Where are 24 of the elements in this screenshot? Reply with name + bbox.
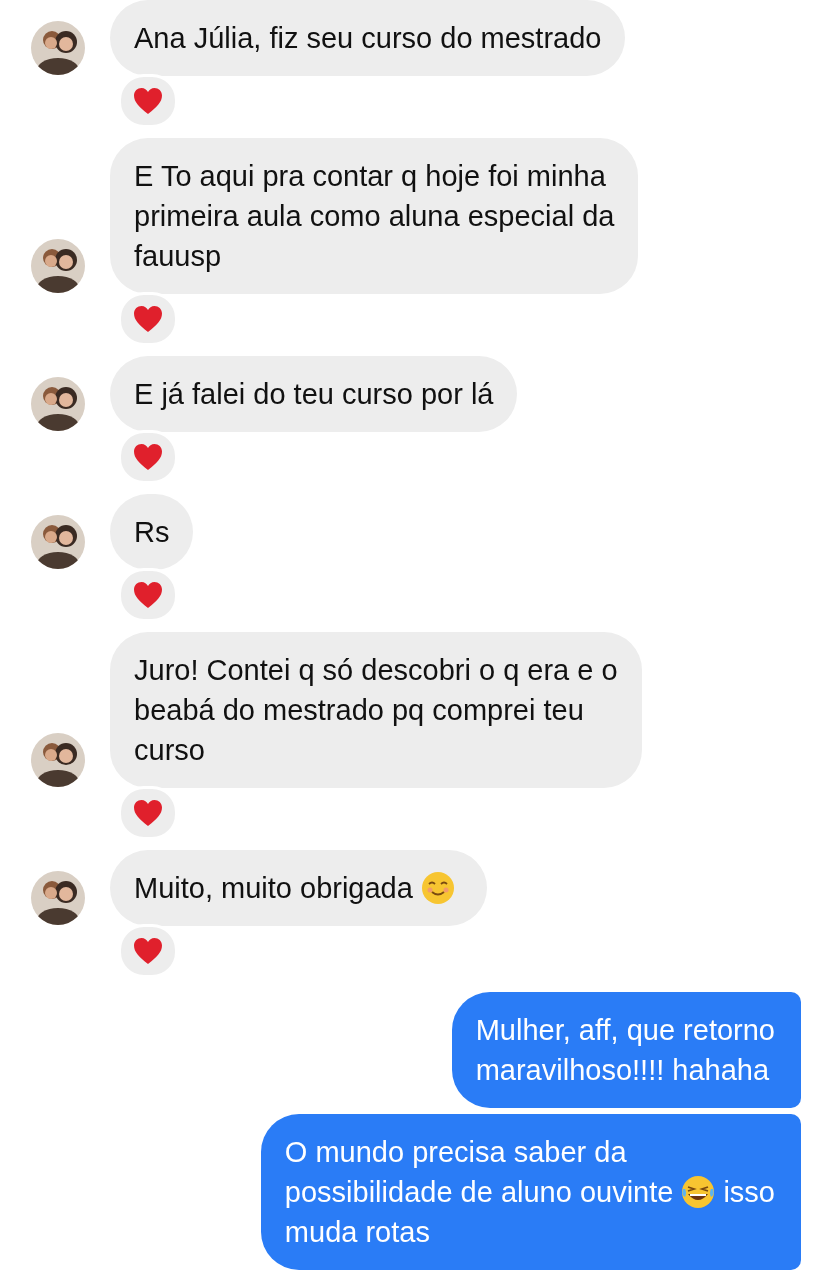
- message-text: Muito, muito obrigada: [134, 871, 413, 906]
- message-text: isso: [723, 1175, 775, 1210]
- message-text: muda rotas: [284, 1215, 430, 1250]
- message-text: maravilhoso!!!! hahaha: [475, 1053, 770, 1088]
- laughing-face-icon: [681, 1175, 716, 1209]
- heart-icon: [133, 581, 163, 609]
- smiling-face-icon: [420, 871, 455, 905]
- message-text: possibilidade de aluno ouvinte: [284, 1175, 674, 1210]
- heart-icon: [133, 937, 163, 965]
- message-text: Ana Júlia, fiz seu curso do mestrado: [134, 21, 602, 56]
- heart-icon: [133, 305, 163, 333]
- message-text: O mundo precisa saber da: [284, 1135, 627, 1170]
- message-text: Mulher, aff, que retorno: [475, 1013, 775, 1048]
- message-text: Juro! Contei q só descobri o q era e o: [134, 653, 618, 688]
- heart-icon: [133, 87, 163, 115]
- heart-icon: [133, 443, 163, 471]
- message-text: Rs: [134, 515, 170, 550]
- heart-icon: [133, 799, 163, 827]
- message-text: curso: [134, 733, 205, 768]
- message-text: E To aqui pra contar q hoje foi minha: [134, 159, 606, 194]
- message-text: beabá do mestrado pq comprei teu: [134, 693, 584, 728]
- message-text: fauusp: [134, 239, 222, 274]
- message-text: primeira aula como aluna especial da: [134, 199, 615, 234]
- message-text: E já falei do teu curso por lá: [134, 377, 494, 412]
